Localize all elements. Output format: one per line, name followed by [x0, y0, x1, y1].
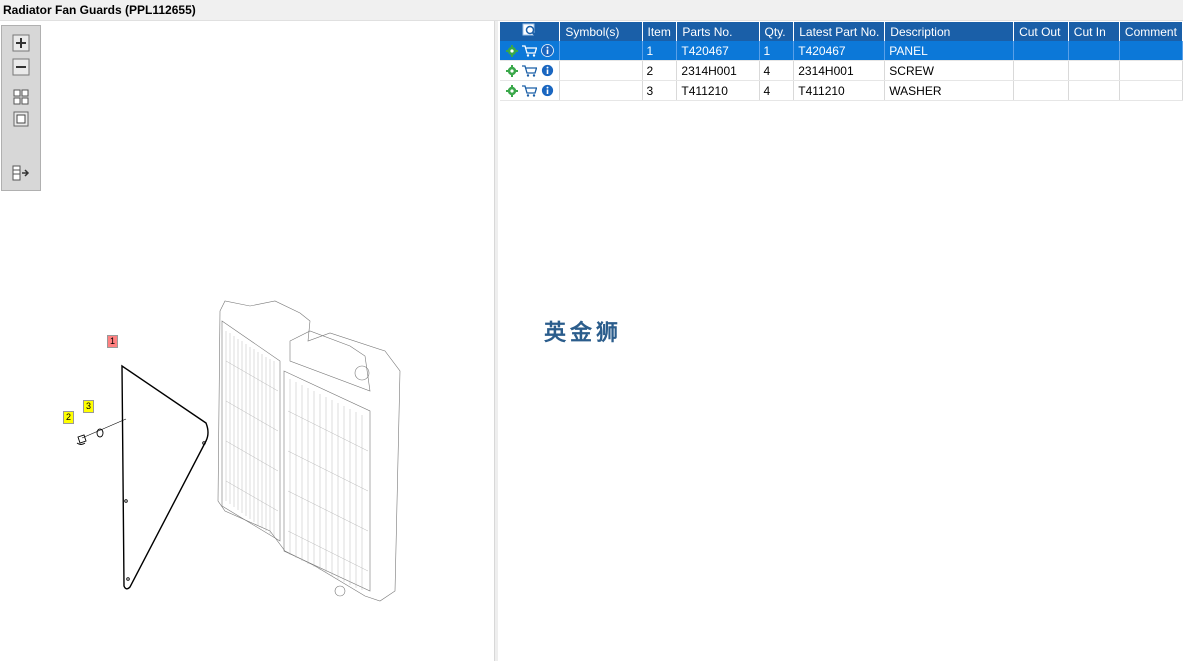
info-icon[interactable] — [541, 64, 554, 77]
cell-symbols — [559, 80, 643, 101]
cell-description: SCREW — [884, 60, 1015, 81]
row-actions — [500, 41, 561, 61]
cell-qty: 4 — [759, 60, 795, 81]
cell-latest-part-no: T411210 — [793, 80, 886, 101]
title-bar: Radiator Fan Guards (PPL112655) — [0, 0, 1183, 21]
column-qty[interactable]: Qty. — [759, 22, 795, 41]
column-latest-part-no[interactable]: Latest Part No. — [793, 22, 886, 41]
cell-cut-in — [1068, 60, 1120, 81]
callout-2[interactable]: 2 — [63, 411, 75, 424]
cell-part-no: T411210 — [676, 80, 760, 101]
cell-item: 3 — [642, 80, 678, 101]
fit-window-button[interactable] — [12, 110, 30, 128]
column-cut-in[interactable]: Cut In — [1068, 22, 1120, 41]
viewer-toolbar — [1, 25, 41, 191]
cell-comment — [1119, 80, 1183, 101]
cart-icon[interactable] — [522, 64, 537, 77]
cell-cut-out — [1013, 41, 1069, 61]
column-comment[interactable]: Comment — [1119, 22, 1183, 41]
table-row[interactable]: 1 T420467 1 T420467 PANEL — [500, 41, 1183, 61]
table-row[interactable]: 3 T411210 4 T411210 WASHER — [500, 80, 1183, 101]
window-title: Radiator Fan Guards (PPL112655) — [3, 3, 196, 17]
zoom-out-icon — [12, 58, 30, 76]
cell-item: 1 — [642, 41, 678, 61]
cell-latest-part-no: T420467 — [793, 41, 886, 61]
zoom-in-button[interactable] — [12, 34, 30, 52]
parts-drawing — [76, 300, 401, 602]
column-search[interactable] — [500, 22, 561, 41]
watermark-text: 英金狮 — [544, 321, 623, 346]
cell-symbols — [559, 41, 643, 61]
cell-description: PANEL — [884, 41, 1015, 61]
callout-1[interactable]: 1 — [107, 335, 119, 348]
cell-description: WASHER — [884, 80, 1015, 101]
fit-all-icon — [13, 89, 29, 105]
cell-symbols — [559, 60, 643, 81]
parts-list-pane: Symbol(s) Item Parts No. Qty. Latest Par… — [498, 21, 1183, 661]
cell-part-no: 2314H001 — [676, 60, 760, 81]
info-icon[interactable] — [541, 44, 554, 57]
fit-all-button[interactable] — [12, 88, 30, 106]
cell-part-no: T420467 — [676, 41, 760, 61]
info-icon[interactable] — [541, 84, 554, 97]
column-symbols[interactable]: Symbol(s) — [559, 22, 643, 41]
column-description[interactable]: Description — [884, 22, 1015, 41]
row-actions — [500, 80, 561, 101]
cell-cut-in — [1068, 80, 1120, 101]
cell-cut-out — [1013, 80, 1069, 101]
parts-table: Symbol(s) Item Parts No. Qty. Latest Par… — [500, 22, 1183, 101]
cell-item: 2 — [642, 60, 678, 81]
cell-comment — [1119, 41, 1183, 61]
zoom-out-button[interactable] — [12, 58, 30, 76]
column-item[interactable]: Item — [642, 22, 678, 41]
cell-qty: 4 — [759, 80, 795, 101]
cell-comment — [1119, 60, 1183, 81]
gear-icon[interactable] — [506, 84, 518, 97]
cart-icon[interactable] — [522, 84, 537, 97]
zoom-in-icon — [12, 34, 30, 52]
column-parts-no[interactable]: Parts No. — [676, 22, 760, 41]
cell-cut-in — [1068, 41, 1120, 61]
table-row[interactable]: 2 2314H001 4 2314H001 SCREW — [500, 60, 1183, 81]
gear-icon[interactable] — [506, 64, 518, 77]
table-header: Symbol(s) Item Parts No. Qty. Latest Par… — [500, 22, 1183, 41]
cell-cut-out — [1013, 60, 1069, 81]
column-cut-out[interactable]: Cut Out — [1013, 22, 1069, 41]
layout-button[interactable] — [12, 164, 30, 182]
cell-latest-part-no: 2314H001 — [793, 60, 886, 81]
fit-window-icon — [13, 111, 29, 127]
cell-qty: 1 — [759, 41, 795, 61]
cart-icon[interactable] — [522, 44, 537, 57]
drawing-pane: 1 2 3 — [0, 21, 494, 661]
search-list-icon — [522, 23, 537, 37]
layout-icon — [12, 165, 30, 181]
row-actions — [500, 60, 561, 81]
callout-3[interactable]: 3 — [83, 400, 95, 413]
gear-icon[interactable] — [506, 44, 518, 57]
